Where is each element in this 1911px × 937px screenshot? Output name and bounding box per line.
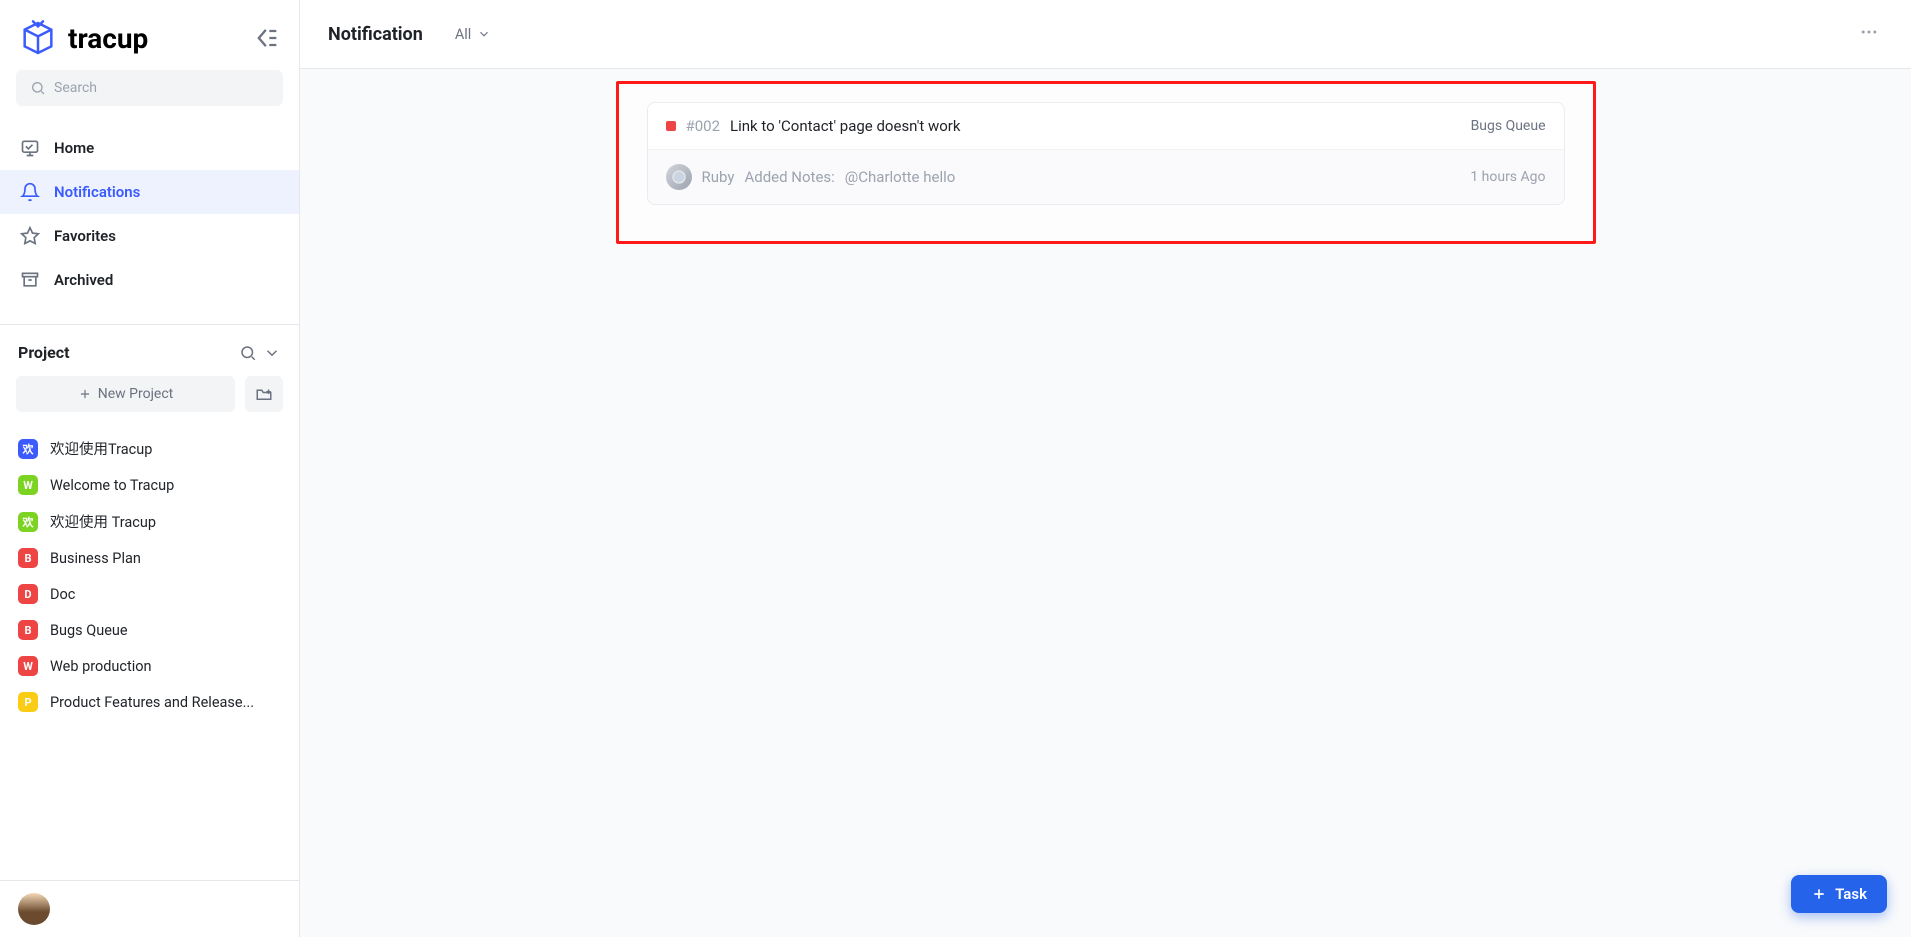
chevron-down-icon[interactable] (263, 344, 281, 362)
queue-label: Bugs Queue (1471, 118, 1546, 134)
plus-icon (78, 387, 92, 401)
more-menu-button[interactable] (1855, 18, 1883, 50)
nav-list: Home Notifications Favorites Archived (0, 120, 299, 308)
project-badge: B (18, 620, 38, 640)
project-badge: 欢 (18, 512, 38, 532)
sidebar-header: tracup (0, 0, 299, 70)
star-icon (20, 226, 40, 246)
filter-dropdown[interactable]: All (455, 26, 492, 43)
main-header: Notification All (300, 0, 1911, 69)
project-badge: D (18, 584, 38, 604)
project-item[interactable]: D Doc (0, 576, 299, 612)
project-name: Doc (50, 586, 75, 603)
issue-id: #002 (686, 117, 721, 135)
project-item[interactable]: P Product Features and Release... (0, 684, 299, 720)
nav-home[interactable]: Home (0, 126, 299, 170)
project-item[interactable]: 欢欢迎使用 Tracup (0, 503, 299, 540)
project-badge: B (18, 548, 38, 568)
project-name: Product Features and Release... (50, 694, 254, 711)
search-icon (30, 80, 46, 96)
project-badge: W (18, 656, 38, 676)
task-button-label: Task (1835, 885, 1867, 903)
plus-icon (1811, 886, 1827, 902)
action-text: Added Notes: (744, 168, 834, 186)
time-ago: 1 hours Ago (1470, 169, 1545, 185)
new-project-button[interactable]: New Project (16, 376, 235, 412)
issue-title: Link to 'Contact' page doesn't work (730, 117, 960, 135)
sidebar-footer (0, 880, 299, 937)
project-item[interactable]: B Business Plan (0, 540, 299, 576)
project-item[interactable]: 欢欢迎使用Tracup (0, 430, 299, 467)
search-input[interactable]: Search (16, 70, 283, 106)
content-area: #002 Link to 'Contact' page doesn't work… (300, 69, 1911, 937)
project-header: Project (0, 325, 299, 376)
search-container: Search (0, 70, 299, 120)
project-item[interactable]: W Web production (0, 648, 299, 684)
highlight-annotation: #002 Link to 'Contact' page doesn't work… (616, 81, 1596, 244)
project-badge: W (18, 475, 38, 495)
main-area: Notification All #002 Link to 'Contact' … (300, 0, 1911, 937)
status-indicator (666, 121, 676, 131)
page-title: Notification (328, 24, 423, 45)
nav-notifications[interactable]: Notifications (0, 170, 299, 214)
project-name: 欢迎使用Tracup (50, 438, 152, 459)
collapse-sidebar-button[interactable] (253, 24, 281, 52)
project-name: 欢迎使用 Tracup (50, 511, 156, 532)
project-item[interactable]: W Welcome to Tracup (0, 467, 299, 503)
project-section: Project New Project 欢欢迎使用TracupWWelcome … (0, 324, 299, 724)
notification-card[interactable]: #002 Link to 'Contact' page doesn't work… (647, 102, 1565, 205)
brand-text: tracup (68, 22, 148, 55)
archive-icon (20, 270, 40, 290)
project-badge: P (18, 692, 38, 712)
project-name: Bugs Queue (50, 622, 128, 639)
nav-home-label: Home (54, 139, 94, 157)
monitor-icon (20, 138, 40, 158)
project-header-actions (239, 344, 281, 362)
brand-logo[interactable]: tracup (18, 18, 148, 58)
notification-detail-row: Ruby Added Notes: @Charlotte hello 1 hou… (648, 149, 1564, 204)
chevron-down-icon (477, 27, 491, 41)
nav-favorites-label: Favorites (54, 227, 116, 245)
create-task-button[interactable]: Task (1791, 875, 1887, 913)
project-item[interactable]: B Bugs Queue (0, 612, 299, 648)
avatar-icon (671, 169, 687, 185)
notification-header-row: #002 Link to 'Contact' page doesn't work… (648, 103, 1564, 149)
logo-icon (18, 18, 58, 58)
nav-favorites[interactable]: Favorites (0, 214, 299, 258)
dots-icon (1859, 22, 1879, 42)
filter-label: All (455, 26, 472, 43)
search-projects-icon[interactable] (239, 344, 257, 362)
sidebar: tracup Search Home Notifications Favorit… (0, 0, 300, 937)
project-name: Web production (50, 658, 152, 675)
new-folder-button[interactable] (245, 376, 283, 412)
actor-avatar (666, 164, 692, 190)
project-name: Welcome to Tracup (50, 477, 174, 494)
project-name: Business Plan (50, 550, 141, 567)
project-section-title: Project (18, 343, 70, 362)
actor-name: Ruby (702, 168, 735, 186)
project-list: 欢欢迎使用TracupWWelcome to Tracup欢欢迎使用 Tracu… (0, 426, 299, 724)
user-avatar[interactable] (18, 893, 50, 925)
new-project-label: New Project (98, 386, 174, 402)
search-placeholder: Search (54, 80, 97, 96)
bell-icon (20, 182, 40, 202)
nav-archived-label: Archived (54, 271, 113, 289)
mention-text: @Charlotte hello (845, 168, 956, 186)
nav-archived[interactable]: Archived (0, 258, 299, 302)
folder-plus-icon (255, 385, 273, 403)
nav-notifications-label: Notifications (54, 183, 140, 201)
project-badge: 欢 (18, 439, 38, 459)
new-project-row: New Project (0, 376, 299, 426)
